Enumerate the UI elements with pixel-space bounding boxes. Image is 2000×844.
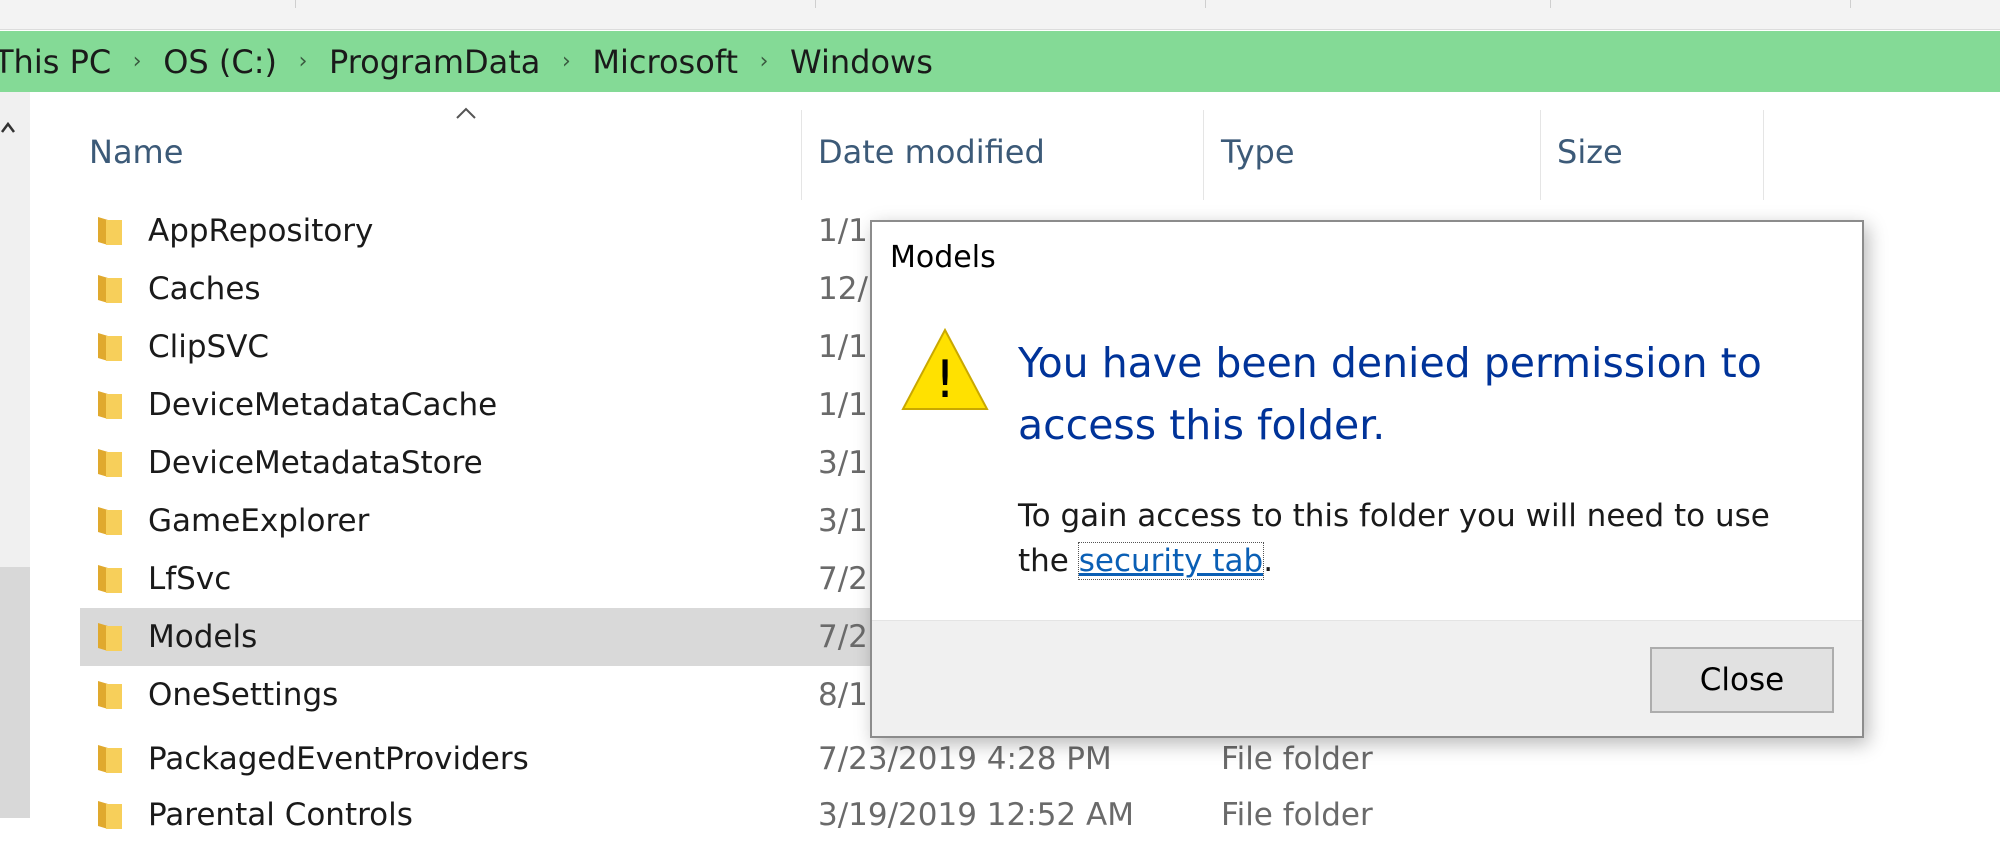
- column-header-date-modified[interactable]: Date modified: [818, 122, 1045, 182]
- dialog-title: Models: [890, 240, 996, 275]
- folder-icon: [98, 275, 122, 303]
- folder-icon: [98, 565, 122, 593]
- file-name: Parental Controls: [148, 797, 413, 833]
- file-name: LfSvc: [148, 561, 232, 597]
- column-header-row: Name Date modified Type Size: [30, 92, 2000, 202]
- file-date: 8/1: [818, 677, 868, 713]
- folder-icon: [98, 801, 122, 829]
- strip-separator: [1550, 0, 1551, 8]
- folder-icon: [98, 217, 122, 245]
- column-header-name[interactable]: Name: [89, 122, 183, 182]
- folder-icon: [98, 391, 122, 419]
- close-button[interactable]: Close: [1650, 647, 1834, 713]
- breadcrumb-os-c[interactable]: OS (C:): [163, 43, 277, 81]
- strip-separator: [295, 0, 296, 8]
- permission-denied-dialog: Models ! You have been denied permission…: [870, 220, 1864, 738]
- file-date: 1/1: [818, 329, 868, 365]
- column-divider[interactable]: [1540, 110, 1541, 200]
- scroll-up-icon[interactable]: [0, 118, 20, 138]
- scrollbar-thumb[interactable]: [0, 567, 30, 818]
- file-date: 3/19/2019 12:52 AM: [818, 797, 1134, 833]
- address-bar[interactable]: This PC › OS (C:) › ProgramData › Micros…: [0, 31, 2000, 92]
- dialog-body-period: .: [1263, 543, 1274, 579]
- list-item[interactable]: Parental Controls 3/19/2019 12:52 AM Fil…: [80, 786, 2000, 844]
- navigation-pane-scrollbar[interactable]: [0, 92, 30, 818]
- breadcrumb-programdata[interactable]: ProgramData: [329, 43, 540, 81]
- security-tab-link[interactable]: security tab: [1077, 542, 1265, 580]
- column-divider[interactable]: [1203, 110, 1204, 200]
- folder-icon: [98, 745, 122, 773]
- column-divider[interactable]: [801, 110, 802, 200]
- breadcrumb-microsoft[interactable]: Microsoft: [592, 43, 738, 81]
- file-name: DeviceMetadataStore: [148, 445, 483, 481]
- chevron-right-icon[interactable]: ›: [540, 49, 592, 74]
- warning-glyph: !: [935, 350, 956, 410]
- breadcrumb: This PC › OS (C:) › ProgramData › Micros…: [0, 43, 933, 81]
- folder-icon: [98, 507, 122, 535]
- file-date: 1/1: [818, 387, 868, 423]
- breadcrumb-windows[interactable]: Windows: [790, 43, 933, 81]
- file-name: Models: [148, 619, 258, 655]
- file-date: 7/23/2019 4:28 PM: [818, 741, 1112, 777]
- breadcrumb-this-pc[interactable]: This PC: [0, 43, 111, 81]
- dialog-heading: You have been denied permission to acces…: [1018, 339, 1762, 449]
- strip-separator: [1850, 0, 1851, 8]
- strip-separator: [1205, 0, 1206, 8]
- sort-ascending-icon: [456, 107, 476, 119]
- file-date: 7/2: [818, 619, 868, 655]
- column-divider[interactable]: [1763, 110, 1764, 200]
- dialog-body: To gain access to this folder you will n…: [1018, 494, 1818, 584]
- file-type: File folder: [1221, 741, 1373, 777]
- dialog-footer: Close: [872, 620, 1862, 736]
- file-name: GameExplorer: [148, 503, 370, 539]
- column-header-type[interactable]: Type: [1221, 122, 1295, 182]
- chevron-right-icon[interactable]: ›: [111, 49, 163, 74]
- file-date: 1/1: [818, 213, 868, 249]
- file-date: 12/: [818, 271, 868, 307]
- top-strip: [0, 0, 2000, 30]
- chevron-right-icon[interactable]: ›: [277, 49, 329, 74]
- file-name: Caches: [148, 271, 261, 307]
- file-name: AppRepository: [148, 213, 374, 249]
- column-header-size[interactable]: Size: [1557, 122, 1623, 182]
- folder-icon: [98, 449, 122, 477]
- file-name: OneSettings: [148, 677, 339, 713]
- file-name: PackagedEventProviders: [148, 741, 529, 777]
- file-date: 7/2: [818, 561, 868, 597]
- list-item[interactable]: PackagedEventProviders 7/23/2019 4:28 PM…: [80, 730, 2000, 788]
- file-date: 3/1: [818, 445, 868, 481]
- file-name: DeviceMetadataCache: [148, 387, 498, 423]
- strip-separator: [815, 0, 816, 8]
- file-name: ClipSVC: [148, 329, 270, 365]
- file-date: 3/1: [818, 503, 868, 539]
- chevron-right-icon[interactable]: ›: [738, 49, 790, 74]
- file-type: File folder: [1221, 797, 1373, 833]
- folder-icon: [98, 623, 122, 651]
- warning-icon: !: [901, 327, 989, 410]
- folder-icon: [98, 333, 122, 361]
- folder-icon: [98, 681, 122, 709]
